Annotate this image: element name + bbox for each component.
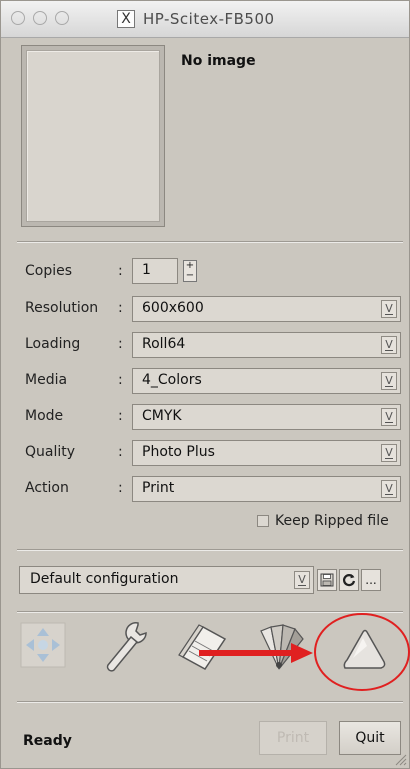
chevron-down-icon[interactable]: V (381, 336, 397, 354)
colon: : (118, 408, 123, 424)
loading-label: Loading (25, 336, 81, 352)
quality-label: Quality (25, 444, 76, 460)
keep-ripped-label: Keep Ripped file (275, 513, 389, 529)
window-title: X HP-Scitex-FB500 (117, 8, 275, 30)
status-text: Ready (23, 733, 72, 749)
chevron-down-icon[interactable]: V (381, 444, 397, 462)
zoom-window-button[interactable] (55, 11, 69, 25)
chevron-down-icon[interactable]: V (381, 372, 397, 390)
minimize-window-button[interactable] (33, 11, 47, 25)
mode-label: Mode (25, 408, 64, 424)
floppy-disk-icon (320, 573, 334, 587)
action-value: Print (142, 480, 175, 496)
mode-value: CMYK (142, 408, 182, 424)
no-image-label: No image (181, 53, 256, 69)
colon: : (118, 263, 123, 279)
copies-input[interactable]: 1 (132, 258, 178, 284)
copies-stepper[interactable]: + − (183, 260, 197, 282)
save-config-button[interactable] (317, 569, 337, 591)
copies-label: Copies (25, 263, 73, 279)
title-bar: X HP-Scitex-FB500 (1, 1, 409, 38)
media-value: 4_Colors (142, 372, 202, 388)
chevron-down-icon[interactable]: V (381, 408, 397, 426)
more-options-button[interactable]: ... (361, 569, 381, 591)
resize-grip-icon[interactable] (393, 752, 407, 766)
configuration-value: Default configuration (30, 571, 179, 587)
chevron-down-icon[interactable]: V (294, 571, 310, 589)
refresh-icon (342, 574, 356, 587)
mode-dropdown[interactable]: CMYK V (132, 404, 401, 430)
loading-value: Roll64 (142, 336, 186, 352)
annotation-overlay (199, 613, 410, 691)
colon: : (118, 336, 123, 352)
action-label: Action (25, 480, 69, 496)
action-dropdown[interactable]: Print V (132, 476, 401, 502)
reload-config-button[interactable] (339, 569, 359, 591)
window-title-text: HP-Scitex-FB500 (143, 10, 275, 28)
configuration-dropdown[interactable]: Default configuration V (19, 566, 314, 594)
copies-value: 1 (142, 262, 151, 278)
loading-dropdown[interactable]: Roll64 V (132, 332, 401, 358)
print-button[interactable]: Print (259, 721, 327, 755)
separator (17, 701, 403, 703)
keep-ripped-checkbox[interactable]: Keep Ripped file (257, 513, 389, 529)
image-preview (21, 45, 165, 227)
close-window-button[interactable] (11, 11, 25, 25)
image-preview-area (26, 50, 160, 222)
resolution-label: Resolution (25, 300, 99, 316)
chevron-down-icon[interactable]: V (381, 300, 397, 318)
separator (17, 549, 403, 551)
colon: : (118, 480, 123, 496)
annotation-circle (314, 613, 410, 691)
decrement-icon[interactable]: − (184, 271, 196, 281)
annotation-arrowhead (291, 643, 313, 663)
print-dialog-window: X HP-Scitex-FB500 No image Copies : 1 + … (0, 0, 410, 769)
media-dropdown[interactable]: 4_Colors V (132, 368, 401, 394)
resolution-value: 600x600 (142, 300, 204, 316)
colon: : (118, 372, 123, 388)
separator (17, 241, 403, 243)
quality-value: Photo Plus (142, 444, 215, 460)
chevron-down-icon[interactable]: V (381, 480, 397, 498)
colon: : (118, 444, 123, 460)
resolution-dropdown[interactable]: 600x600 V (132, 296, 401, 322)
x11-app-icon: X (117, 10, 135, 28)
media-label: Media (25, 372, 68, 388)
quit-button[interactable]: Quit (339, 721, 401, 755)
colon: : (118, 300, 123, 316)
quality-dropdown[interactable]: Photo Plus V (132, 440, 401, 466)
checkbox-box[interactable] (257, 515, 269, 527)
